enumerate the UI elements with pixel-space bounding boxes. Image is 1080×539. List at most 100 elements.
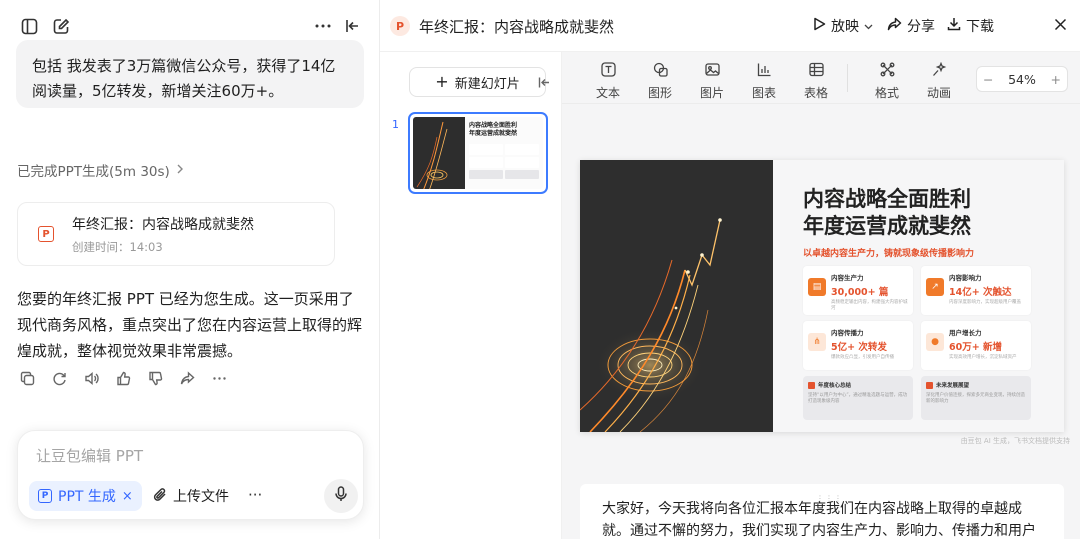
animation-tool[interactable]: 动画 (919, 61, 959, 101)
download-label: 下载 (966, 19, 994, 35)
user-message-text: 包括 我发表了3万篇微信公众号，获得了14亿阅读量，5亿转发，新增关注60万+。 (32, 57, 336, 100)
copy-icon[interactable] (18, 369, 36, 387)
metric-value: 60万+ 新增 (949, 342, 1002, 353)
slide-hero-image (580, 160, 773, 432)
chart-icon (757, 62, 772, 80)
generation-status[interactable]: 已完成PPT生成(5m 30s) (17, 160, 184, 180)
message-composer[interactable]: 让豆包编辑 PPT P PPT 生成 × 上传文件 ··· (17, 430, 364, 520)
text-tool[interactable]: 文本 (588, 62, 628, 101)
play-label: 放映 (831, 19, 859, 35)
outlook-icon (926, 381, 933, 389)
speaker-notes[interactable]: ⋮⋮⋮ 大家好，今天我将向各位汇报本年度我们在内容战略上取得的卓越成就。通过不懈… (580, 484, 1064, 539)
ppt-chip-icon: P (38, 489, 52, 503)
share-nodes-icon: ⋔ (808, 333, 826, 351)
sidebar-toggle-button[interactable] (19, 16, 39, 36)
collapse-left-icon (343, 16, 363, 36)
edit-icon (51, 16, 71, 36)
plus-icon: + (435, 72, 449, 91)
user-message-bubble: 包括 我发表了3万篇微信公众号，获得了14亿阅读量，5亿转发，新增关注60万+。 (16, 40, 364, 108)
image-tool[interactable]: 图片 (692, 62, 732, 101)
summary-desc: 坚持“以用户为中心”，通过精准选题与运营，成功打造现象级内容 (808, 393, 908, 404)
metric-label: 内容影响力 (949, 274, 982, 282)
ppt-file-icon: P (38, 226, 54, 242)
thumbnail-text: 内容战略全面胜利 年度运营成就斐然 (465, 117, 543, 189)
upload-label: 上传文件 (173, 489, 229, 505)
collapse-thumbnails-button[interactable] (538, 74, 551, 93)
metric-desc: 实现高效用户增长，沉淀私域资产 (949, 355, 1017, 360)
slide-canvas: 内容战略全面胜利 年度运营成就斐然 以卓越内容生产力，铸就现象级传播影响力 ▤ … (562, 104, 1080, 539)
format-tool[interactable]: 格式 (867, 62, 907, 101)
trend-chart-icon: ↗ (926, 278, 944, 296)
assistant-reply: 您要的年终汇报 PPT 已经为您生成。这一页采用了现代商务风格，重点突出了您在内… (17, 290, 363, 360)
slide-thumbnail-1[interactable]: 内容战略全面胜利 年度运营成就斐然 (408, 112, 548, 194)
regenerate-icon[interactable] (50, 369, 68, 387)
table-icon (808, 62, 824, 80)
metric-card: ↗ 内容影响力 14亿+ 次触达 内容深度影响力，实现超级用户覆盖 (921, 266, 1031, 315)
summary-card: 年度核心总结 坚持“以用户为中心”，通过精准选题与运营，成功打造现象级内容 (803, 376, 913, 420)
new-slide-label: 新建幻灯片 (454, 76, 520, 92)
sidebar-icon (19, 16, 39, 36)
text-icon (600, 62, 616, 80)
composer-input[interactable]: 让豆包编辑 PPT (36, 445, 143, 466)
metric-desc: 高频稳定输出内容，构建强大内容护城河 (831, 300, 908, 311)
animation-tool-label: 动画 (926, 86, 951, 100)
share-label: 分享 (907, 19, 935, 35)
metric-label: 内容生产力 (831, 274, 864, 282)
table-tool-label: 表格 (803, 86, 828, 100)
slide-title-line2: 年度运营成就斐然 (803, 214, 971, 238)
insert-toolbar: 文本 图形 图片 图表 表格 格式 动画 − 54% + (562, 52, 1080, 104)
metric-desc: 内容深度影响力，实现超级用户覆盖 (949, 300, 1021, 305)
chart-tool[interactable]: 图表 (744, 62, 784, 101)
document-title[interactable]: 年终汇报：内容战略成就斐然 (419, 16, 614, 37)
slide-title-line1: 内容战略全面胜利 (803, 187, 971, 211)
more-icon (313, 16, 333, 36)
zoom-level[interactable]: 54% (1008, 72, 1036, 87)
drag-handle-icon[interactable]: ⋮⋮⋮ (816, 488, 843, 510)
collapse-panel-button[interactable] (343, 16, 363, 36)
new-slide-button[interactable]: + 新建幻灯片 (409, 67, 546, 97)
table-tool[interactable]: 表格 (796, 62, 836, 101)
close-icon[interactable]: × (122, 489, 133, 504)
ppt-card-title: 年终汇报：内容战略成就斐然 (72, 216, 254, 233)
download-button[interactable]: 下载 (947, 16, 994, 36)
document-icon: ▤ (808, 278, 826, 296)
metrics-grid: ▤ 内容生产力 30,000+ 篇 高频稳定输出内容，构建强大内容护城河 ↗ 内… (803, 266, 1035, 370)
more-icon[interactable] (210, 369, 228, 387)
format-tool-label: 格式 (874, 86, 899, 100)
voice-input-button[interactable] (324, 479, 358, 513)
slide-number: 1 (392, 118, 399, 131)
composer-more-button[interactable]: ··· (248, 486, 262, 504)
image-icon (704, 62, 720, 80)
chat-pane: 包括 我发表了3万篇微信公众号，获得了14亿阅读量，5亿转发，新增关注60万+。… (0, 0, 380, 539)
slide-subtitle: 以卓越内容生产力，铸就现象级传播影响力 (803, 249, 975, 259)
thumbs-up-icon[interactable] (114, 369, 132, 387)
thumbnail-photo (413, 117, 465, 189)
close-editor-button[interactable] (1054, 16, 1067, 36)
light-trails-graphic (580, 160, 773, 432)
thumbs-down-icon[interactable] (146, 369, 164, 387)
zoom-in-button[interactable]: + (1051, 72, 1061, 87)
format-icon (880, 62, 895, 80)
metric-value: 5亿+ 次转发 (831, 342, 887, 353)
slide-1[interactable]: 内容战略全面胜利 年度运营成就斐然 以卓越内容生产力，铸就现象级传播影响力 ▤ … (580, 160, 1064, 432)
upload-file-button[interactable]: 上传文件 (153, 481, 229, 511)
ppt-mode-chip[interactable]: P PPT 生成 × (29, 481, 142, 511)
share-button[interactable]: 分享 (887, 16, 935, 36)
ppt-file-card[interactable]: P 年终汇报：内容战略成就斐然 创建时间：14:03 (17, 202, 335, 266)
image-tool-label: 图片 (699, 86, 724, 100)
zoom-out-button[interactable]: − (983, 72, 993, 87)
thumbnail-title-1: 内容战略全面胜利 (469, 122, 518, 129)
metric-card: ▤ 内容生产力 30,000+ 篇 高频稳定输出内容，构建强大内容护城河 (803, 266, 913, 315)
ppt-card-created: 创建时间：14:03 (72, 239, 163, 254)
ppt-editor: P 年终汇报：内容战略成就斐然 放映 分享 下载 + 新建幻灯片 1 内容战略全… (380, 0, 1080, 539)
new-chat-button[interactable] (51, 16, 71, 36)
shape-tool-label: 图形 (647, 86, 672, 100)
summary-card: 未来发展展望 深化用户价值连接，探索多元商业变现，持续创造新的影响力 (921, 376, 1031, 420)
play-button[interactable]: 放映 (813, 16, 873, 36)
shape-tool[interactable]: 图形 (640, 62, 680, 101)
chevron-right-icon (176, 162, 184, 178)
share-icon[interactable] (178, 369, 196, 387)
paperclip-icon (153, 487, 167, 506)
speaker-icon[interactable] (82, 369, 100, 387)
more-options-button[interactable] (313, 16, 333, 36)
